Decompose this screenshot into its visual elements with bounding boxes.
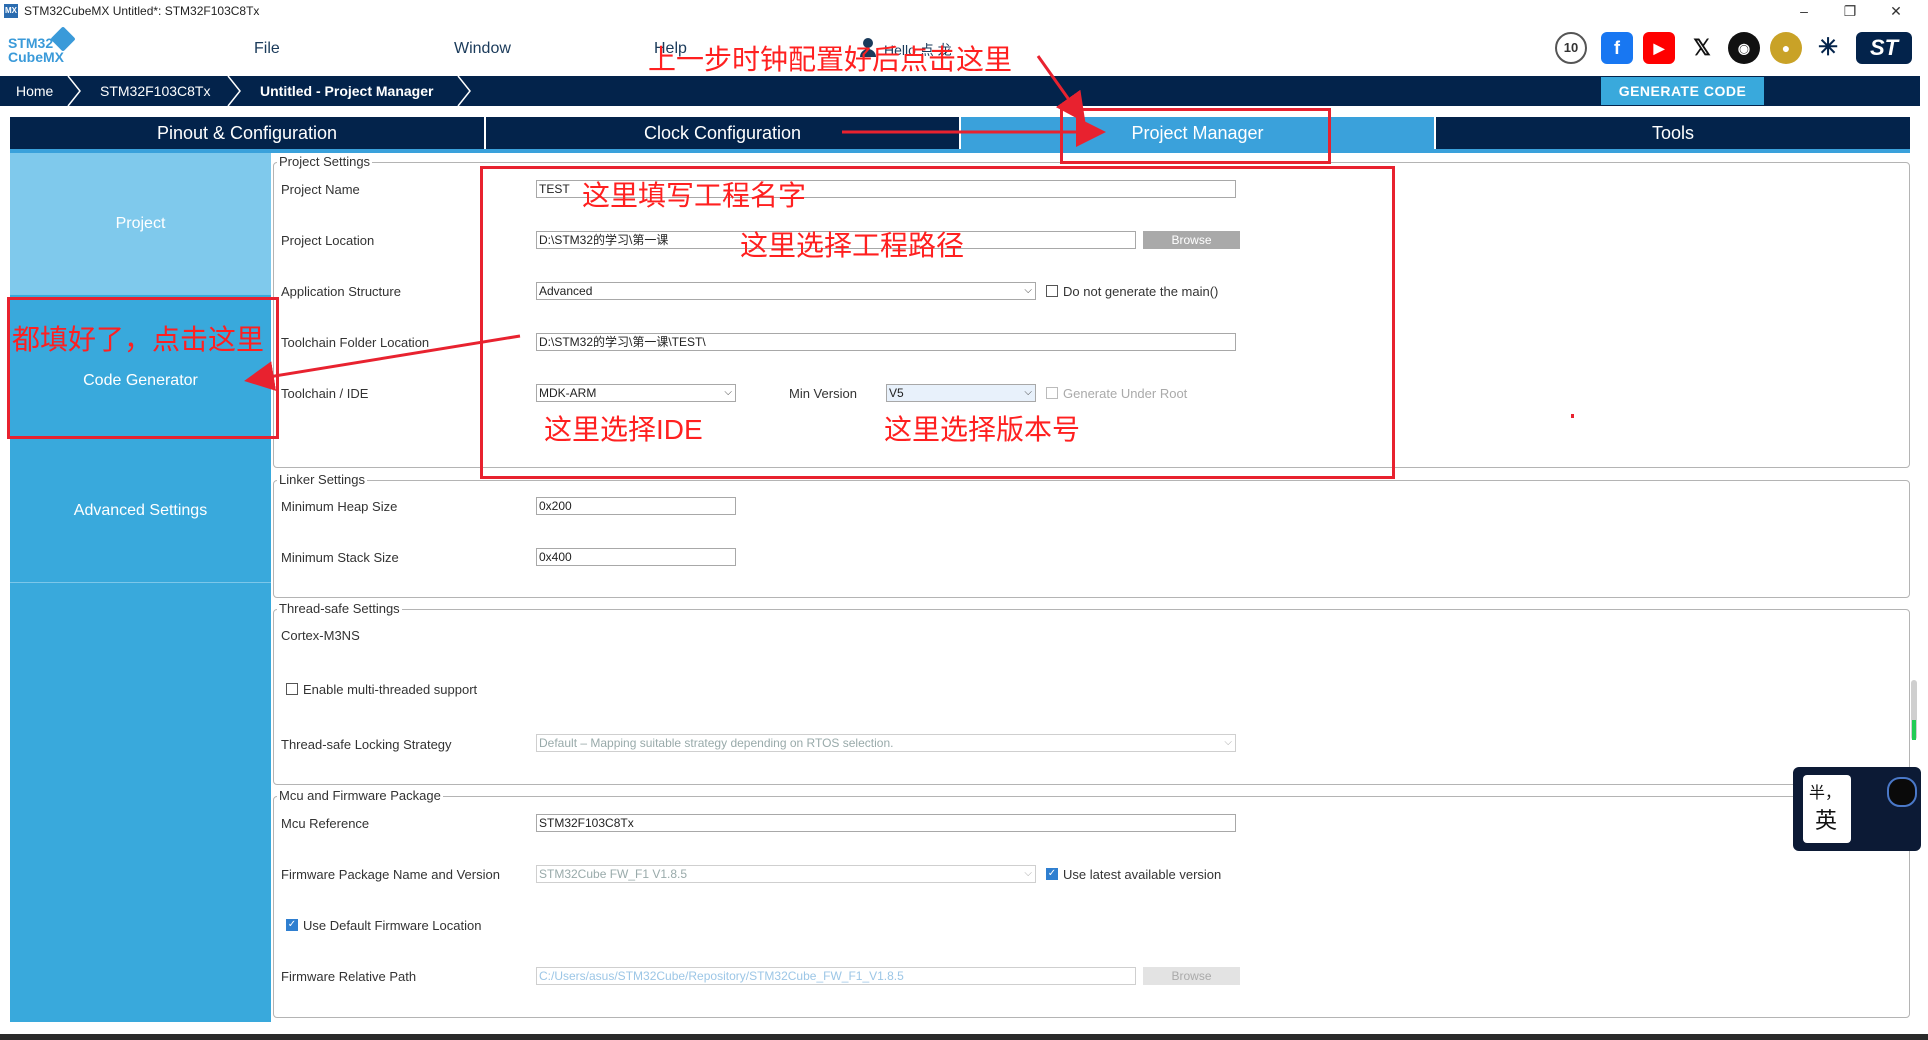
title-bar: MX STM32CubeMX Untitled*: STM32F103C8Tx … [0,0,1928,23]
use-latest-label: Use latest available version [1063,867,1222,882]
locking-strategy-select[interactable]: Default – Mapping suitable strategy depe… [536,734,1236,752]
linker-settings-legend: Linker Settings [277,472,367,487]
annotation-name: 这里填写工程名字 [582,180,807,211]
core-label: Cortex-M3NS [281,628,360,643]
fw-browse-button[interactable]: Browse [1143,967,1240,985]
chevron-right-icon [227,76,241,106]
fw-package-label: Firmware Package Name and Version [281,867,500,882]
menu-file[interactable]: File [254,40,280,58]
project-settings-legend: Project Settings [277,154,373,169]
tab-tools[interactable]: Tools [1436,117,1910,149]
facebook-icon[interactable]: f [1601,32,1633,64]
youtube-icon[interactable]: ▶ [1643,32,1675,64]
tab-underline [10,149,1910,153]
breadcrumb-project[interactable]: Untitled - Project Manager [260,76,433,106]
heap-size-input[interactable]: 0x200 [536,497,736,515]
ime-widget[interactable]: 半， 英 [1793,767,1921,851]
menu-window[interactable]: Window [454,40,511,58]
annotation-box-tab [1060,108,1331,164]
maximize-button[interactable]: ❐ [1830,2,1870,20]
annotation-ide: 这里选择IDE [544,414,703,445]
breadcrumb-home[interactable]: Home [16,76,53,106]
fw-package-select[interactable]: STM32Cube FW_F1 V1.8.5 ⌵ [536,865,1036,883]
tab-pinout[interactable]: Pinout & Configuration [10,117,486,149]
anniversary-10-icon[interactable]: 10 [1555,32,1587,64]
use-latest-checkbox[interactable]: ✓ [1046,868,1058,880]
close-button[interactable]: ✕ [1876,2,1916,20]
cubemx-logo[interactable]: STM32 CubeMX [8,26,76,65]
chevron-down-icon: ⌵ [1024,868,1032,879]
locking-strategy-value: Default – Mapping suitable strategy depe… [539,736,894,750]
st-logo-icon[interactable]: ST [1856,32,1912,64]
multi-thread-checkbox[interactable] [286,683,298,695]
community-icon[interactable]: ● [1770,32,1802,64]
ime-panel: 半， 英 [1803,775,1851,843]
sidebar-item-advanced-settings[interactable]: Advanced Settings [10,439,271,583]
locking-strategy-label: Thread-safe Locking Strategy [281,737,452,752]
ime-mode-top: 半， [1809,785,1842,802]
app-structure-label: Application Structure [281,284,401,299]
tab-clock[interactable]: Clock Configuration [486,117,961,149]
sidebar: Project Code Generator Advanced Settings [10,153,271,1022]
minimize-button[interactable]: – [1784,2,1824,20]
heap-size-label: Minimum Heap Size [281,499,398,514]
annotation-done: 都填好了，点击这里 [12,324,265,355]
annotation-path: 这里选择工程路径 [740,230,965,261]
stack-size-label: Minimum Stack Size [281,550,399,565]
stack-size-input[interactable]: 0x400 [536,548,736,566]
chevron-right-icon [457,76,471,106]
annotation-version: 这里选择版本号 [884,414,1081,445]
x-icon[interactable]: 𝕏 [1686,32,1718,64]
mcu-ref-label: Mcu Reference [281,816,370,831]
fw-rel-path-label: Firmware Relative Path [281,969,417,984]
bottom-bar [0,1034,1928,1040]
mcu-firmware-legend: Mcu and Firmware Package [277,788,443,803]
thread-safe-group [273,609,1910,785]
breadcrumb-mcu[interactable]: STM32F103C8Tx [100,76,210,106]
linker-settings-group [273,480,1910,598]
fw-package-value: STM32Cube FW_F1 V1.8.5 [539,867,688,881]
toolchain-folder-label: Toolchain Folder Location [281,335,430,350]
generate-code-button[interactable]: GENERATE CODE [1601,77,1764,105]
use-default-location-checkbox[interactable]: ✓ [286,919,298,931]
multi-thread-label: Enable multi-threaded support [303,682,478,697]
main-tabs: Pinout & Configuration Clock Configurati… [10,117,1910,149]
project-location-label: Project Location [281,233,375,248]
fw-rel-path-input[interactable]: C:/Users/asus/STM32Cube/Repository/STM32… [536,967,1136,985]
project-name-label: Project Name [281,182,360,197]
logo-bottom: CubeMX [8,49,64,65]
toolchain-ide-label: Toolchain / IDE [281,386,369,401]
planet-icon [1887,777,1917,807]
ime-mode-bottom: 英 [1815,808,1838,833]
window-title: STM32CubeMX Untitled*: STM32F103C8Tx [24,4,260,18]
annotation-dot [1571,414,1574,418]
thread-safe-legend: Thread-safe Settings [277,601,402,616]
github-icon[interactable]: ◉ [1728,32,1760,64]
chevron-right-icon [67,76,81,106]
chevron-down-icon: ⌵ [1224,737,1232,748]
mcu-ref-input[interactable]: STM32F103C8Tx [536,814,1236,832]
use-default-location-label: Use Default Firmware Location [303,918,482,933]
scroll-indicator [1912,720,1916,740]
network-icon[interactable]: ✳ [1812,32,1844,64]
app-icon: MX [4,4,18,18]
annotation-top: 上一步时钟配置好后点击这里 [648,44,1013,75]
sidebar-item-project[interactable]: Project [10,153,271,295]
